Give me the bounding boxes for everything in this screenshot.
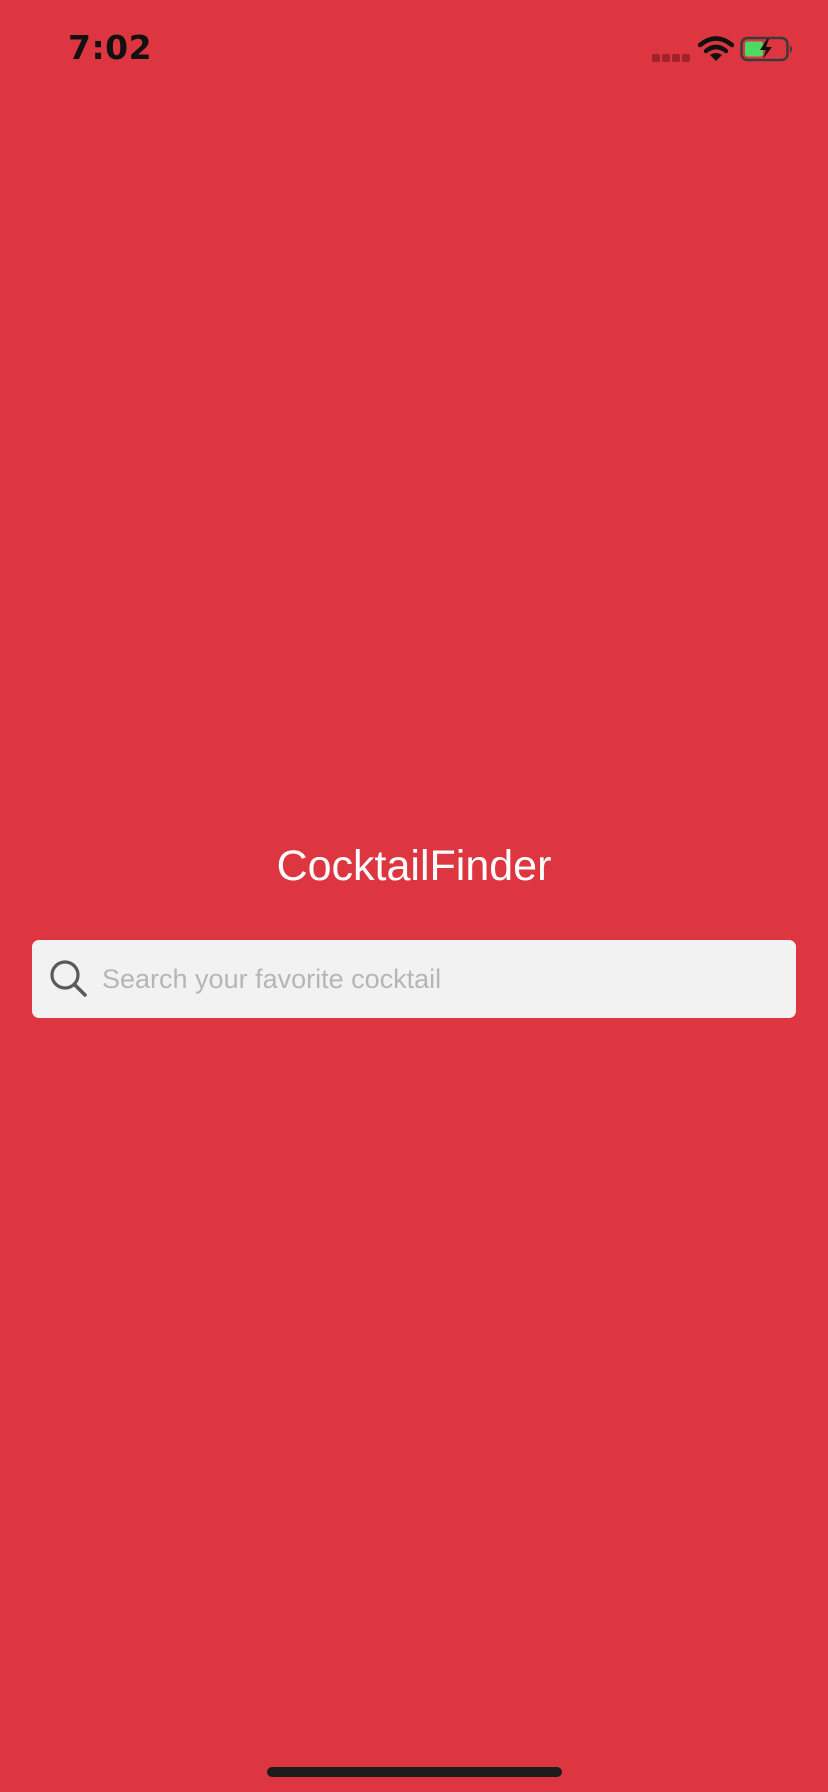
search-bar[interactable] [32, 940, 796, 1018]
status-bar: 7:02 [0, 0, 828, 100]
status-time: 7:02 [68, 28, 153, 67]
home-indicator[interactable] [267, 1767, 562, 1777]
search-icon [50, 960, 87, 997]
battery-charging-icon [740, 36, 792, 62]
search-input[interactable] [102, 963, 752, 995]
app-title: CocktailFinder [276, 842, 552, 890]
signal-icon [652, 54, 692, 62]
wifi-icon [698, 36, 734, 61]
